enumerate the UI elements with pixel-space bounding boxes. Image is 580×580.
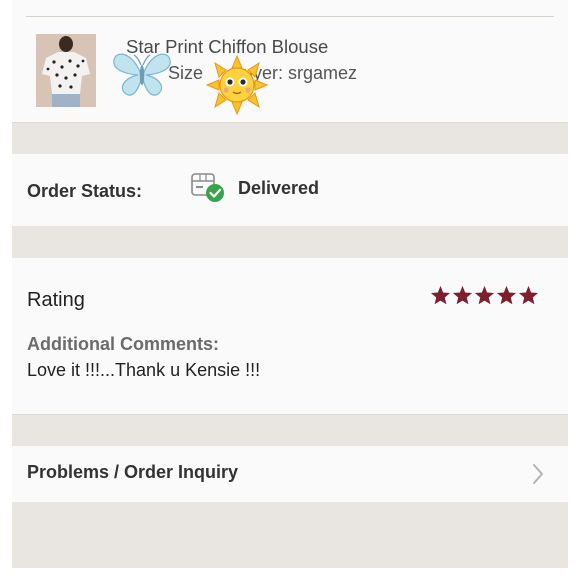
star-rating [430,285,539,305]
rating-card: Rating Additional Comments: Love it !!!.… [12,258,568,415]
sun-sticker-icon [205,54,269,116]
star-icon [518,285,539,305]
comments-text: Love it !!!...Thank u Kensie !!! [27,360,261,380]
order-inquiry-row[interactable]: Problems / Order Inquiry [12,446,568,502]
order-status-label: Order Status: [27,181,143,201]
star-icon [496,285,517,305]
divider [26,16,554,17]
item-thumbnail[interactable] [36,34,96,107]
butterfly-sticker-icon [113,53,171,96]
item-summary-card[interactable]: Star Print Chiffon Blouse Size Buyer: srg… [12,0,568,123]
order-inquiry-label[interactable]: Problems / Order Inquiry [27,462,238,483]
comments-label: Additional Comments: [27,334,219,354]
order-status-card: Order Status: Delivered [12,154,568,226]
star-icon [452,285,473,305]
order-detail-screen: Star Print Chiffon Blouse Size Buyer: srg… [12,0,568,568]
rating-label: Rating [27,289,85,311]
star-icon [430,285,451,305]
package-delivered-icon [191,173,224,202]
star-icon [474,285,495,305]
chevron-right-icon[interactable] [531,463,545,485]
order-status-value: Delivered [238,178,320,198]
